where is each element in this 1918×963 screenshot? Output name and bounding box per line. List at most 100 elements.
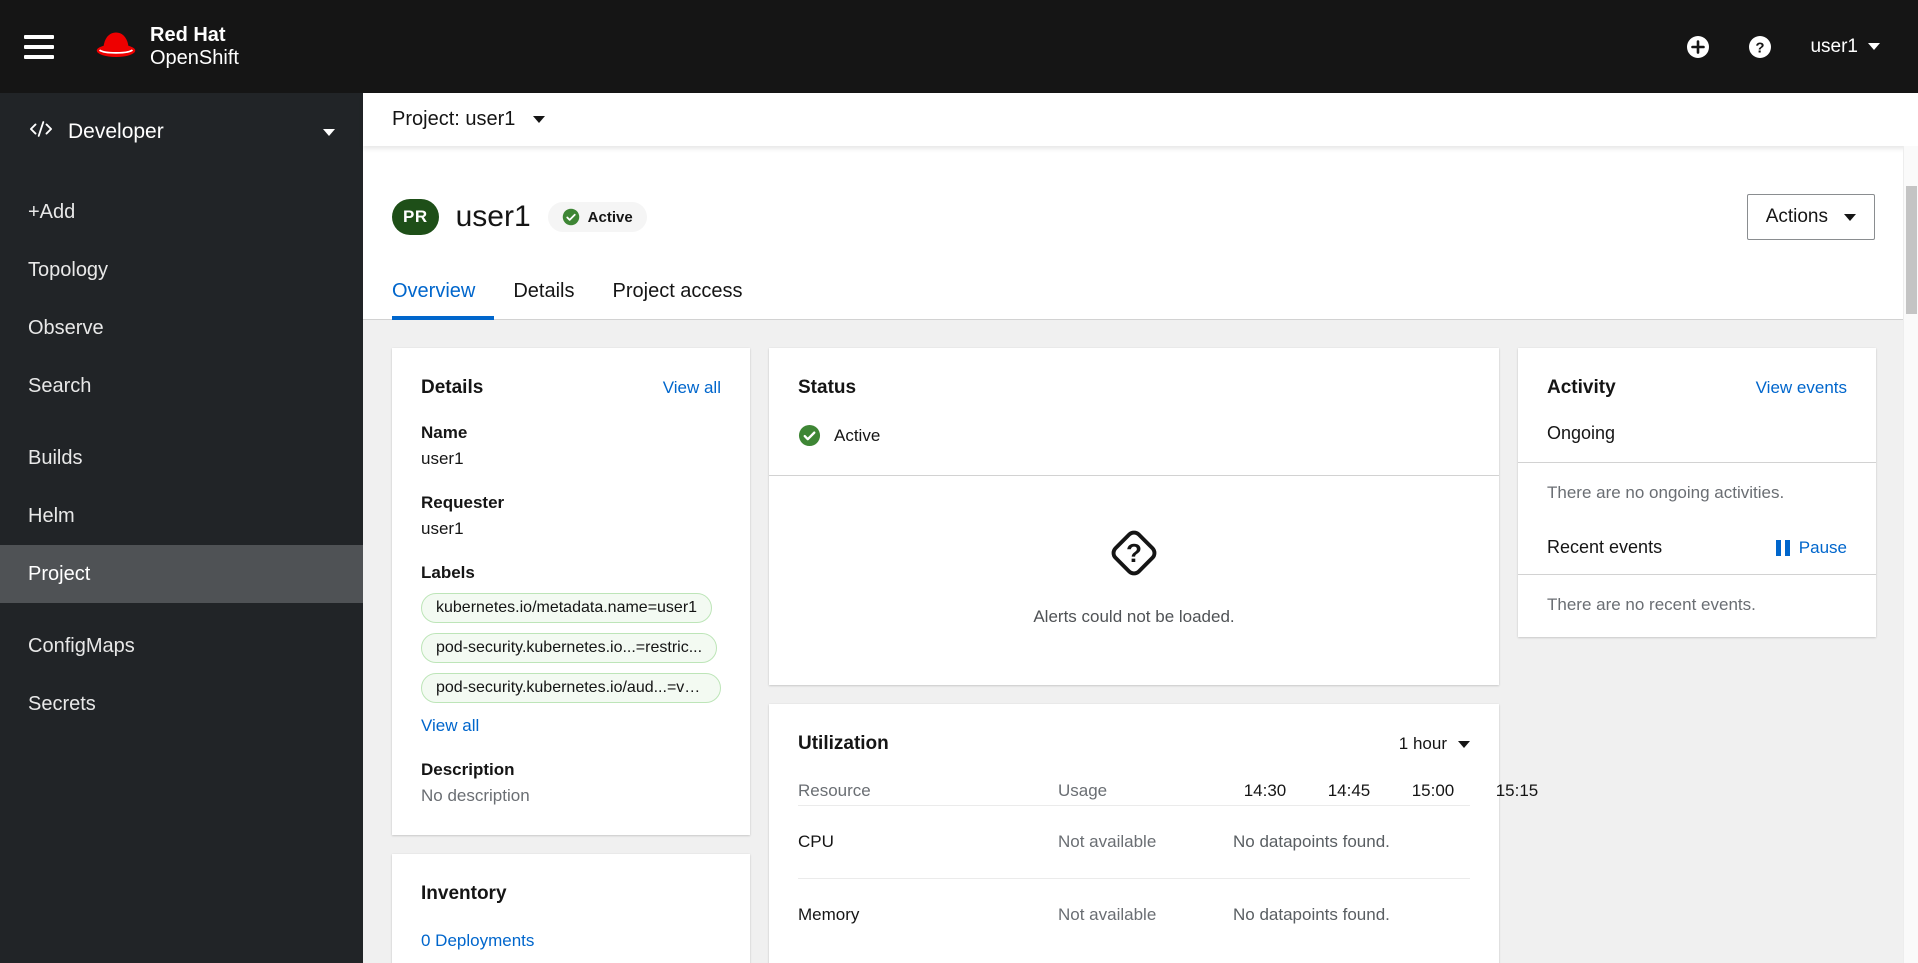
- sidebar: Developer +Add Topology Observe Search B…: [0, 93, 363, 963]
- utilization-card-title: Utilization: [798, 733, 889, 754]
- time-tick-label: 15:00: [1411, 781, 1455, 800]
- tabs: Overview Details Project access: [392, 280, 1875, 320]
- chevron-down-icon: [1868, 43, 1880, 50]
- details-card: Details View all Name user1 Requester us…: [392, 348, 750, 835]
- brand-line1: Red Hat: [150, 24, 226, 47]
- masthead-utilities: ? user1: [1686, 35, 1880, 59]
- utilization-header-row: Resource Usage 14:30 14:45 15:00 15:15: [798, 781, 1538, 805]
- chevron-down-icon: [323, 128, 335, 136]
- tab-details[interactable]: Details: [494, 280, 593, 319]
- time-tick-label: 14:45: [1327, 781, 1371, 800]
- project-selector[interactable]: Project: user1: [363, 93, 1918, 146]
- sidebar-item-add[interactable]: +Add: [0, 183, 363, 241]
- pause-label: Pause: [1798, 537, 1847, 557]
- chevron-down-icon: [533, 116, 546, 123]
- project-resource-badge: PR: [392, 199, 439, 235]
- sidebar-item-secrets[interactable]: Secrets: [0, 675, 363, 733]
- perspective-switcher[interactable]: Developer: [0, 93, 363, 171]
- right-column: Activity View events Ongoing There are n…: [1518, 348, 1876, 637]
- code-icon: [28, 118, 54, 146]
- inventory-card: Inventory 0 Deployments: [392, 854, 750, 963]
- status-badge: Active: [547, 202, 647, 232]
- status-card-title: Status: [798, 377, 857, 398]
- sidebar-item-search[interactable]: Search: [0, 357, 363, 415]
- user-menu[interactable]: user1: [1810, 36, 1880, 58]
- brand-text: Red Hat OpenShift: [150, 24, 239, 69]
- svg-text:?: ?: [1756, 39, 1765, 56]
- activity-card: Activity View events Ongoing There are n…: [1518, 348, 1876, 637]
- status-card: Status Active ? Alerts could not be load…: [769, 348, 1499, 685]
- scrollbar-thumb[interactable]: [1906, 186, 1917, 314]
- utilization-row-cpu: CPU Not available No datapoints found.: [798, 805, 1470, 878]
- utilization-row-memory: Memory Not available No datapoints found…: [798, 878, 1470, 951]
- status-badge-label: Active: [587, 208, 633, 226]
- resource-name: Memory: [798, 905, 860, 924]
- page-header: PR user1 Active Actions Overview Details: [363, 146, 1918, 320]
- name-value: user1: [421, 449, 464, 468]
- activity-card-title: Activity: [1547, 377, 1616, 398]
- labels-view-all-link[interactable]: View all: [421, 716, 479, 736]
- left-column: Details View all Name user1 Requester us…: [392, 348, 750, 963]
- recent-events-empty-message: There are no recent events.: [1547, 595, 1756, 614]
- deployments-link[interactable]: 0 Deployments: [421, 931, 534, 951]
- add-plus-circle-icon[interactable]: [1686, 35, 1710, 59]
- actions-dropdown-button[interactable]: Actions: [1746, 194, 1875, 240]
- tab-overview[interactable]: Overview: [392, 280, 495, 320]
- resource-column-header: Resource: [798, 781, 871, 800]
- help-question-circle-icon[interactable]: ?: [1748, 35, 1772, 59]
- sidebar-item-builds[interactable]: Builds: [0, 429, 363, 487]
- status-value: Active: [834, 425, 881, 445]
- masthead: Red Hat OpenShift ? user1: [0, 0, 1918, 93]
- user-menu-label: user1: [1810, 35, 1858, 57]
- check-circle-icon: [798, 424, 821, 447]
- resource-datapoints: No datapoints found.: [1233, 832, 1390, 851]
- brand-line2: OpenShift: [150, 46, 239, 69]
- menu-toggle-icon[interactable]: [24, 27, 68, 67]
- svg-text:?: ?: [1126, 538, 1142, 568]
- main-area: Project: user1 PR user1 Active Actions O…: [363, 93, 1918, 963]
- redhat-hat-icon: [94, 27, 138, 66]
- time-tick-label: 15:15: [1495, 781, 1539, 800]
- overview-content: Details View all Name user1 Requester us…: [363, 320, 1918, 963]
- requester-label: Requester: [421, 493, 505, 512]
- sidebar-item-configmaps[interactable]: ConfigMaps: [0, 617, 363, 675]
- view-events-link[interactable]: View events: [1756, 378, 1847, 398]
- sidebar-nav: +Add Topology Observe Search Builds Helm…: [0, 183, 363, 733]
- time-tick-label: 14:30: [1243, 781, 1287, 800]
- ongoing-section-label: Ongoing: [1547, 423, 1616, 443]
- description-value: No description: [421, 786, 530, 805]
- duration-dropdown[interactable]: 1 hour: [1399, 734, 1470, 754]
- check-circle-icon: [562, 208, 579, 226]
- chevron-down-icon: [1844, 213, 1856, 221]
- project-selector-label: Project: user1: [392, 108, 516, 130]
- label-chip: kubernetes.io/metadata.name=user1: [421, 593, 713, 623]
- resource-datapoints: No datapoints found.: [1233, 905, 1390, 924]
- sidebar-item-helm[interactable]: Helm: [0, 487, 363, 545]
- name-label: Name: [421, 423, 468, 442]
- usage-column-header: Usage: [1058, 781, 1108, 800]
- actions-label: Actions: [1765, 206, 1828, 227]
- page-title: user1: [455, 200, 531, 233]
- sidebar-item-topology[interactable]: Topology: [0, 241, 363, 299]
- description-label: Description: [421, 760, 515, 779]
- label-chip: pod-security.kubernetes.io/aud...=v1....: [421, 673, 721, 703]
- time-axis: 14:30 14:45 15:00 15:15: [1233, 781, 1549, 801]
- chevron-down-icon: [1458, 740, 1470, 748]
- recent-events-label: Recent events: [1547, 537, 1663, 557]
- label-chip: pod-security.kubernetes.io...=restric...: [421, 633, 718, 663]
- labels-list: kubernetes.io/metadata.name=user1 pod-se…: [421, 593, 721, 703]
- sidebar-item-project[interactable]: Project: [0, 545, 363, 603]
- sidebar-item-observe[interactable]: Observe: [0, 299, 363, 357]
- details-view-all-link[interactable]: View all: [663, 378, 721, 398]
- utilization-card: Utilization 1 hour Resource Usage 14:30: [769, 704, 1538, 963]
- vertical-scrollbar[interactable]: [1903, 146, 1918, 963]
- pause-events-button[interactable]: Pause: [1775, 537, 1847, 558]
- tab-project-access[interactable]: Project access: [594, 280, 762, 319]
- requester-value: user1: [421, 519, 464, 538]
- ongoing-empty-message: There are no ongoing activities.: [1547, 483, 1785, 502]
- details-card-title: Details: [421, 377, 484, 398]
- alerts-empty-state: ? Alerts could not be loaded.: [769, 476, 1499, 685]
- unknown-alert-icon: ?: [1111, 530, 1157, 576]
- middle-column: Status Active ? Alerts could not be load…: [769, 348, 1538, 963]
- brand-logo[interactable]: Red Hat OpenShift: [94, 24, 239, 69]
